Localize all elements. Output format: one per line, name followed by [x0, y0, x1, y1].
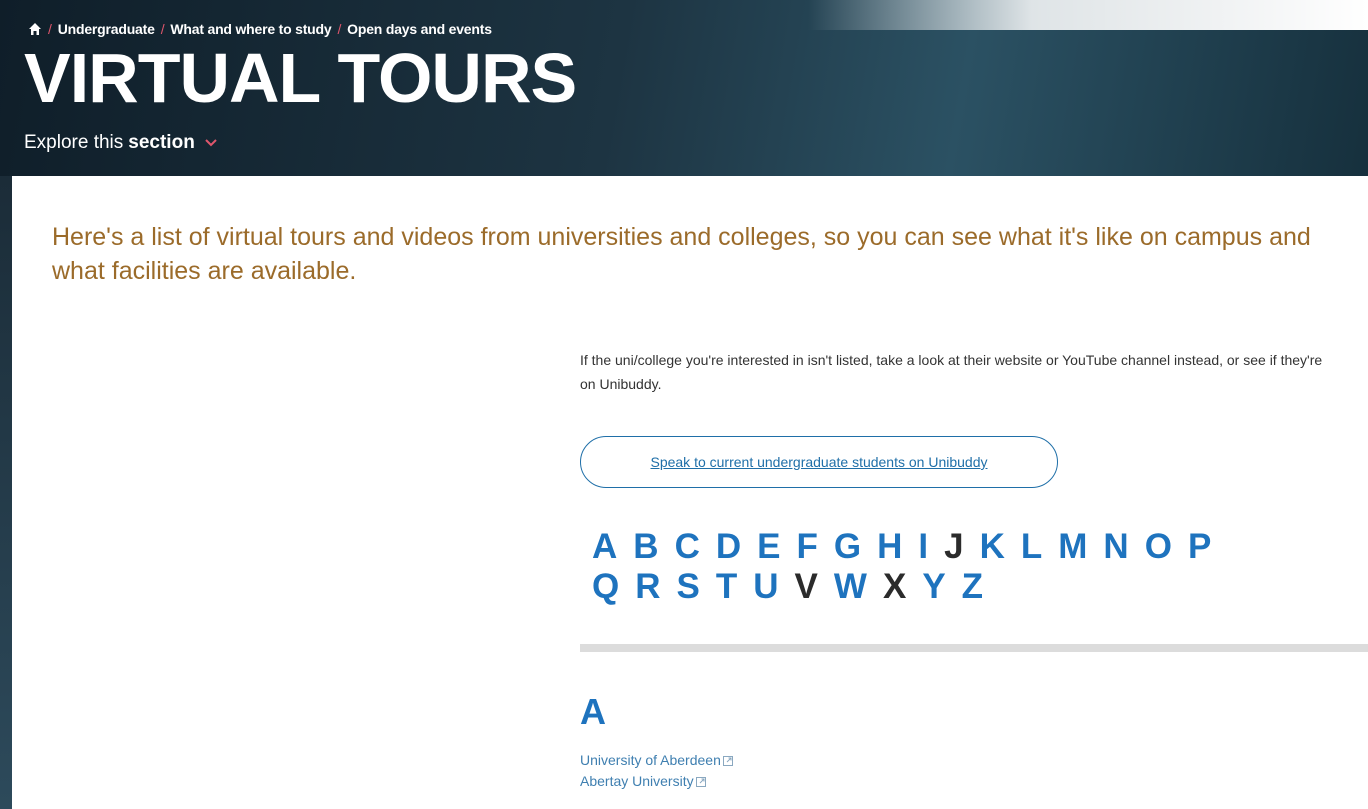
alphabet-letter-t[interactable]: T [716, 568, 737, 606]
section-divider [580, 644, 1368, 652]
breadcrumb-separator: / [160, 21, 165, 37]
alphabet-letter-b[interactable]: B [633, 528, 658, 566]
alphabet-letter-o[interactable]: O [1145, 528, 1172, 566]
breadcrumb-separator: / [337, 21, 342, 37]
left-background-strip [0, 176, 12, 809]
alphabet-letter-d[interactable]: D [716, 528, 741, 566]
external-link-icon [695, 777, 706, 787]
explore-prefix: Explore this [24, 132, 124, 153]
unibuddy-button[interactable]: Speak to current undergraduate students … [580, 436, 1058, 488]
university-link[interactable]: Abertay University [580, 773, 706, 789]
alphabet-letter-n[interactable]: N [1103, 528, 1128, 566]
breadcrumb-what-where-study[interactable]: What and where to study [170, 21, 331, 37]
university-link[interactable]: University of Aberdeen [580, 752, 733, 768]
alphabet-row-1: ABCDEFGHIJKLMNOP [592, 528, 1352, 566]
alphabet-letter-r[interactable]: R [635, 568, 660, 606]
alphabet-letter-k[interactable]: K [980, 528, 1005, 566]
list-item: Abertay University [580, 771, 733, 792]
external-link-icon [722, 756, 733, 766]
page-header: / Undergraduate / What and where to stud… [0, 0, 1368, 176]
university-name: University of Aberdeen [580, 752, 721, 768]
breadcrumb: / Undergraduate / What and where to stud… [28, 21, 492, 37]
alphabet-letter-h[interactable]: H [877, 528, 902, 566]
chevron-down-icon [205, 139, 217, 147]
alphabet-letter-x: X [882, 567, 907, 606]
university-list: University of Aberdeen Abertay Universit… [580, 750, 733, 792]
breadcrumb-open-days[interactable]: Open days and events [347, 21, 492, 37]
alphabet-nav: ABCDEFGHIJKLMNOP QRSTUVWXYZ [592, 528, 1352, 608]
alphabet-letter-p[interactable]: P [1188, 528, 1211, 566]
home-icon[interactable] [28, 22, 42, 36]
header-highlight [808, 0, 1368, 30]
alphabet-letter-i[interactable]: I [918, 528, 928, 566]
body-text: If the uni/college you're interested in … [580, 352, 1323, 392]
alphabet-letter-v: V [794, 567, 818, 606]
main-content: Here's a list of virtual tours and video… [12, 176, 1368, 809]
intro-text: Here's a list of virtual tours and video… [52, 223, 1311, 285]
alphabet-letter-g[interactable]: G [834, 528, 861, 566]
page-title: VIRTUAL TOURS [24, 39, 577, 117]
alphabet-letter-c[interactable]: C [675, 528, 700, 566]
alphabet-letter-m[interactable]: M [1058, 528, 1087, 566]
explore-section-toggle[interactable]: Explore this section [24, 132, 218, 154]
alphabet-letter-y[interactable]: Y [922, 568, 945, 606]
alphabet-letter-w[interactable]: W [834, 568, 867, 606]
alphabet-letter-j: J [944, 527, 964, 566]
section-heading-a: A [580, 691, 606, 732]
alphabet-letter-s[interactable]: S [677, 568, 700, 606]
breadcrumb-separator: / [48, 21, 52, 37]
alphabet-letter-e[interactable]: E [757, 528, 780, 566]
alphabet-letter-q[interactable]: Q [592, 568, 619, 606]
explore-bold: section [128, 132, 195, 153]
alphabet-row-2: QRSTUVWXYZ [592, 568, 1352, 606]
alphabet-letter-l[interactable]: L [1021, 528, 1042, 566]
list-item: University of Aberdeen [580, 750, 733, 771]
alphabet-letter-u[interactable]: U [753, 568, 778, 606]
alphabet-letter-a[interactable]: A [592, 528, 617, 566]
alphabet-letter-z[interactable]: Z [962, 568, 983, 606]
breadcrumb-undergraduate[interactable]: Undergraduate [58, 21, 155, 37]
alphabet-letter-f[interactable]: F [796, 528, 817, 566]
university-name: Abertay University [580, 773, 694, 789]
